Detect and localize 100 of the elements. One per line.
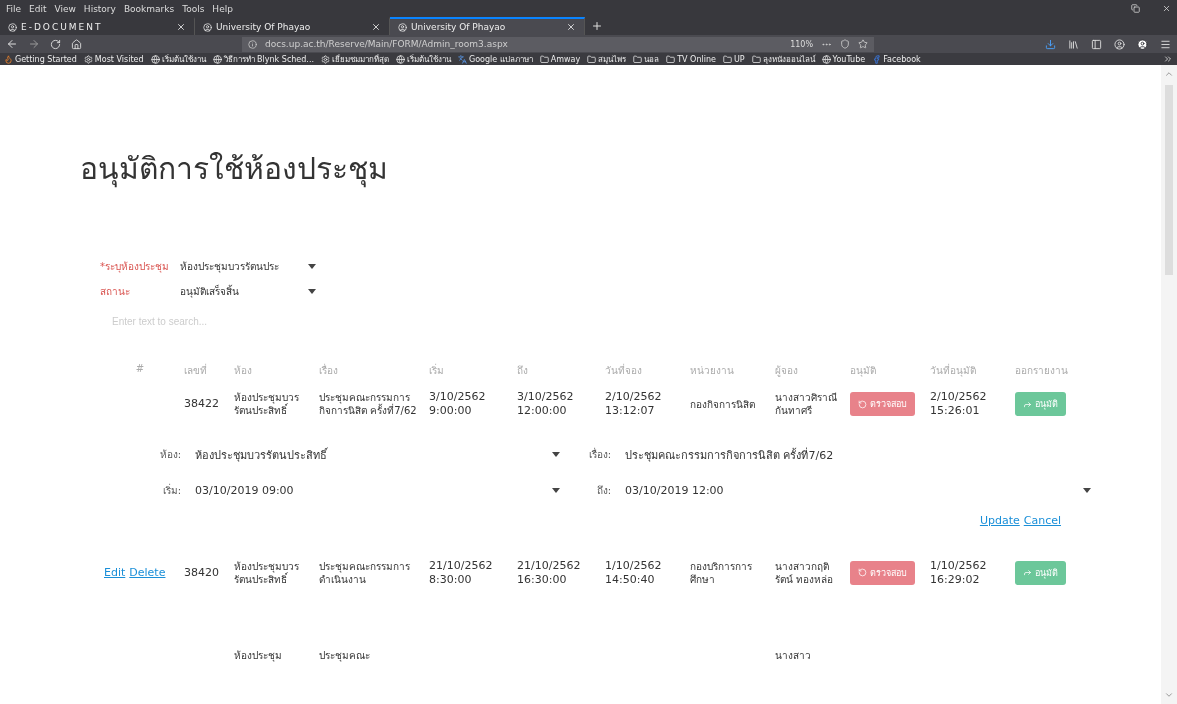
close-icon[interactable] <box>566 22 576 32</box>
column-header: วันที่อนุมัติ <box>929 362 977 379</box>
translate-icon <box>458 54 467 64</box>
home-icon[interactable] <box>71 38 82 50</box>
column-header: ผู้จอง <box>774 364 799 379</box>
meeting-subject: ประชุมคณะกรรมการกิจการนิสิต ครั้งที่7/62 <box>319 391 418 418</box>
download-icon[interactable] <box>1045 38 1056 50</box>
page-title: อนุมัติการใช้ห้องประชุม <box>80 150 389 190</box>
account-icon[interactable] <box>1114 38 1125 50</box>
menu-item[interactable]: Bookmarks <box>123 3 175 14</box>
caret-icon <box>1083 487 1091 493</box>
bookmark-item[interactable]: วิธีการทำ Blynk Sched... <box>212 53 314 65</box>
address-bar[interactable]: docs.up.ac.th/Reserve/Main/FORM/Admin_room3.aspx 110% <box>242 36 874 52</box>
forward-icon <box>1023 399 1032 409</box>
meeting-subject: ประชุมคณะกรรมการดำเนินงาน <box>319 559 411 586</box>
filter-label: สถานะ <box>100 285 131 299</box>
field-label: เรื่อง: <box>587 447 612 463</box>
caret-icon <box>552 452 560 458</box>
update-link[interactable]: Update <box>979 513 1020 527</box>
bookmark-item[interactable]: Most Visited <box>83 54 144 64</box>
close-icon[interactable] <box>371 22 381 32</box>
menu-item[interactable]: Help <box>212 3 233 14</box>
bookmark-item[interactable]: ลุงหนังออนไลน์ <box>751 53 815 65</box>
dropdown-field[interactable]: ห้องประชุมบวรรัตนประสิทธิ์ <box>195 442 560 467</box>
folder-icon <box>751 54 761 64</box>
dropdown-field[interactable]: 03/10/2019 12:00 <box>625 480 1091 500</box>
globe-icon <box>212 54 222 64</box>
restore-icon[interactable] <box>1131 4 1140 13</box>
end-time: 3/10/2562 12:00:00 <box>517 390 574 419</box>
dropdown-field[interactable]: 03/10/2019 09:00 <box>195 480 560 500</box>
booker-name: นางสาวศิราณี กันทาศรี <box>775 391 838 418</box>
booker-name: นางสาวกฤติรัตน์ ทองหล่อ <box>775 559 835 586</box>
menu-item[interactable]: Edit <box>29 3 47 14</box>
bookmark-item[interactable]: เริ่มต้นใช้งาน <box>150 53 206 65</box>
cancel-link[interactable]: Cancel <box>1023 513 1061 527</box>
bookmark-item[interactable]: เริ่มต้นใช้งาน <box>396 53 451 65</box>
folder-icon <box>722 54 732 64</box>
column-header: เลขที่ <box>183 362 208 378</box>
caret-icon <box>552 487 560 493</box>
gear-icon <box>321 54 330 64</box>
zoom-level[interactable]: 110% <box>790 39 813 49</box>
new-tab-icon[interactable] <box>591 20 603 32</box>
bookmark-item[interactable]: Google แปลภาษา <box>458 53 533 65</box>
bookmark-item[interactable]: สมุนไพร <box>587 53 627 65</box>
booking-date: 1/10/2562 14:50:40 <box>605 558 662 588</box>
column-header: ออกรายงาน <box>1014 364 1069 378</box>
bookmark-item[interactable]: Getting Started <box>4 54 77 64</box>
refresh-icon <box>858 399 867 409</box>
column-header: วันที่จอง <box>604 362 643 378</box>
overflow-icon[interactable] <box>1163 54 1173 64</box>
column-header: อนุมัติ <box>849 364 877 379</box>
filter-label: *ระบุห้องประชุม <box>100 260 170 274</box>
forward-icon <box>1023 568 1032 578</box>
shield-icon[interactable] <box>840 39 850 49</box>
input-field[interactable]: ประชุมคณะกรรมการกิจการนิสิต ครั้งที่7/62 <box>625 442 1091 467</box>
menu-icon[interactable] <box>1160 38 1171 50</box>
room-name: ห้องประชุม <box>234 649 282 663</box>
column-header: เรื่อง <box>318 362 339 378</box>
menu-item[interactable]: File <box>6 3 22 14</box>
dropdown-field[interactable]: ห้องประชุมบวรรัตนประ <box>180 259 316 274</box>
bookmark-item[interactable]: UP <box>722 54 745 64</box>
bookmark-item[interactable]: เยี่ยมชมมากที่สุด <box>321 53 389 65</box>
bookmark-item[interactable]: TV Online <box>666 54 716 64</box>
globe-icon <box>821 54 831 64</box>
approval-date: 1/10/2562 16:29:02 <box>930 558 987 588</box>
gear-icon <box>83 54 93 64</box>
bookmark-item[interactable]: YouTube <box>821 54 866 64</box>
booking-number: 38420 <box>184 565 219 581</box>
url-text: docs.up.ac.th/Reserve/Main/FORM/Admin_room3.aspx <box>265 39 509 49</box>
close-icon[interactable] <box>176 22 186 32</box>
browser-tab[interactable]: University Of Phayao <box>390 17 585 35</box>
department: กองบริการการศึกษา <box>690 559 753 586</box>
booker-name: นางสาว <box>775 649 811 663</box>
back-icon[interactable] <box>6 38 18 50</box>
sidebar-icon[interactable] <box>1091 38 1102 50</box>
column-header: ห้อง <box>233 364 253 378</box>
field-label: ถึง: <box>595 483 612 498</box>
globe-icon <box>396 54 405 64</box>
star-icon[interactable] <box>858 39 868 49</box>
menu-item[interactable]: Tools <box>182 3 205 14</box>
caret-icon <box>308 264 316 269</box>
menu-item[interactable]: View <box>54 3 76 14</box>
bookmark-item[interactable]: นอล <box>633 53 660 65</box>
reload-icon[interactable] <box>50 38 61 50</box>
library-icon[interactable] <box>1068 38 1079 50</box>
profile-icon[interactable] <box>1137 38 1148 50</box>
column-header: # <box>134 362 146 376</box>
booking-date: 2/10/2562 13:12:07 <box>605 390 662 419</box>
caret-icon <box>308 289 316 294</box>
bookmark-item[interactable]: Amway <box>539 54 581 64</box>
edit-link[interactable]: Edit <box>104 565 126 581</box>
dropdown-field[interactable]: อนุมัติเสร็จสิ้น <box>180 284 316 299</box>
folder-icon <box>666 54 676 64</box>
menu-item[interactable]: History <box>83 3 116 14</box>
department: กองกิจการนิสิต <box>690 397 755 411</box>
column-header: เริ่ม <box>428 362 445 378</box>
delete-link[interactable]: Delete <box>129 565 166 581</box>
close-icon[interactable] <box>1162 4 1171 13</box>
folder-icon <box>539 54 549 64</box>
bookmark-item[interactable]: Facebook <box>872 54 921 64</box>
